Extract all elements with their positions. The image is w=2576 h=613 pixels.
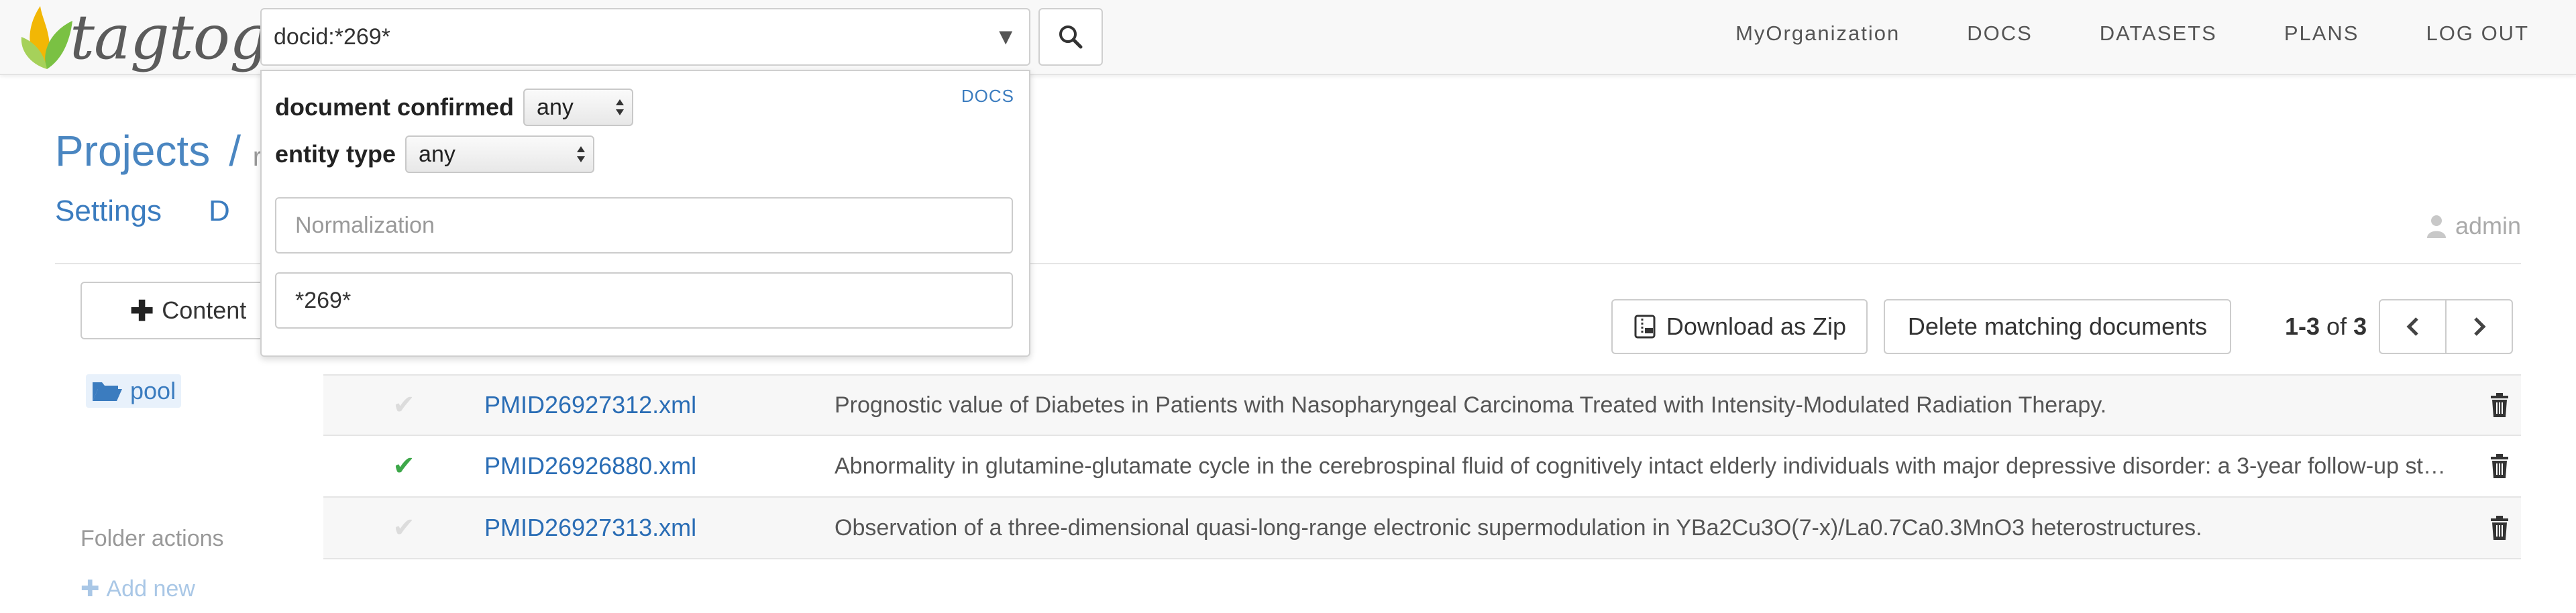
add-new-label: Add new xyxy=(106,575,195,602)
plus-icon: ✚ xyxy=(80,576,100,602)
folder-name: pool xyxy=(130,377,176,404)
search-dropdown-toggle[interactable]: ▼ xyxy=(994,24,1017,50)
trash-icon xyxy=(2491,454,2508,478)
download-zip-label: Download as Zip xyxy=(1666,313,1847,340)
nav-logout[interactable]: LOG OUT xyxy=(2426,21,2529,46)
document-confirmed-value: any xyxy=(537,94,574,120)
tab-documents[interactable]: D xyxy=(209,194,230,228)
document-confirmed-label: document confirmed xyxy=(275,93,515,121)
chevron-right-icon xyxy=(2473,317,2486,336)
document-link[interactable]: PMID26927313.xml xyxy=(484,514,835,542)
confirmed-check-icon[interactable]: ✔ xyxy=(323,512,484,543)
delete-document-button[interactable] xyxy=(2478,454,2521,478)
trash-icon xyxy=(2491,516,2508,540)
folder-open-icon xyxy=(93,382,122,401)
chevron-left-icon xyxy=(2406,317,2418,336)
document-title: Observation of a three-dimensional quasi… xyxy=(835,514,2202,541)
breadcrumb-projects[interactable]: Projects xyxy=(55,127,210,175)
zip-file-icon xyxy=(1634,315,1656,339)
folder-actions-heading: Folder actions xyxy=(80,526,224,551)
trash-icon xyxy=(2491,393,2508,417)
search-docs-link[interactable]: DOCS xyxy=(961,86,1014,107)
main-nav: MyOrganization DOCS DATASETS PLANS LOG O… xyxy=(1735,0,2529,67)
filter-entity-type: entity type any xyxy=(275,135,595,173)
top-navbar: tagtog docid:*269* ▼ MyOrganization DOCS… xyxy=(0,0,2576,75)
user-badge[interactable]: admin xyxy=(2426,212,2521,240)
pagination-controls xyxy=(2379,299,2513,354)
project-tabs: Settings D xyxy=(55,194,230,228)
user-icon xyxy=(2426,215,2446,238)
document-link[interactable]: PMID26926880.xml xyxy=(484,452,835,480)
add-new-folder-link[interactable]: ✚ Add new xyxy=(80,575,195,602)
prev-page-button[interactable] xyxy=(2380,300,2447,353)
normalization-input[interactable]: Normalization xyxy=(275,197,1013,254)
delete-document-button[interactable] xyxy=(2478,393,2521,417)
plus-icon: ✚ xyxy=(130,294,154,327)
nav-plans[interactable]: PLANS xyxy=(2284,21,2359,46)
delete-document-button[interactable] xyxy=(2478,516,2521,540)
confirmed-check-icon[interactable]: ✔ xyxy=(323,390,484,421)
page-of: of xyxy=(2326,313,2347,340)
table-row[interactable]: ✔ PMID26927312.xml Prognostic value of D… xyxy=(323,374,2521,436)
add-content-label: Content xyxy=(162,296,247,324)
next-page-button[interactable] xyxy=(2447,300,2512,353)
page-total: 3 xyxy=(2353,313,2367,340)
user-name: admin xyxy=(2455,212,2521,239)
document-link[interactable]: PMID26927312.xml xyxy=(484,391,835,419)
leaf-logo-icon xyxy=(21,6,72,69)
search-button[interactable] xyxy=(1038,8,1103,66)
page-range: 1-3 xyxy=(2285,313,2320,340)
confirmed-check-icon[interactable]: ✔ xyxy=(323,451,484,482)
document-title: Prognostic value of Diabetes in Patients… xyxy=(835,392,2107,418)
select-arrows-icon xyxy=(577,146,586,162)
select-arrows-icon xyxy=(616,99,625,115)
search-query[interactable]: docid:*269* xyxy=(274,24,994,50)
breadcrumb: Projects / r xyxy=(55,126,262,176)
document-confirmed-select[interactable]: any xyxy=(523,89,634,126)
nav-myorganization[interactable]: MyOrganization xyxy=(1735,21,1900,46)
document-title: Abnormality in glutamine-glutamate cycle… xyxy=(835,453,2465,479)
search-input[interactable]: docid:*269* ▼ xyxy=(260,8,1030,66)
nav-docs[interactable]: DOCS xyxy=(1967,21,2033,46)
logo-text: tagtog xyxy=(70,1,269,73)
delete-matching-button[interactable]: Delete matching documents xyxy=(1884,299,2231,354)
query-text-input[interactable]: *269* xyxy=(275,272,1013,329)
pagination-summary: 1-3 of 3 xyxy=(2285,313,2367,341)
documents-table: ✔ PMID26927312.xml Prognostic value of D… xyxy=(323,374,2521,559)
entity-type-value: any xyxy=(419,141,455,167)
nav-datasets[interactable]: DATASETS xyxy=(2100,21,2217,46)
delete-matching-label: Delete matching documents xyxy=(1907,313,2208,340)
filter-document-confirmed: document confirmed any xyxy=(275,89,634,126)
download-zip-button[interactable]: Download as Zip xyxy=(1611,299,1868,354)
tagtog-logo[interactable]: tagtog xyxy=(20,0,269,74)
search-icon xyxy=(1059,25,1083,49)
table-row[interactable]: ✔ PMID26927313.xml Observation of a thre… xyxy=(323,498,2521,559)
tab-settings[interactable]: Settings xyxy=(55,194,162,228)
folder-pool[interactable]: pool xyxy=(86,374,182,408)
entity-type-label: entity type xyxy=(275,140,396,168)
entity-type-select[interactable]: any xyxy=(405,135,595,173)
add-content-button[interactable]: ✚ Content xyxy=(80,282,268,339)
table-row[interactable]: ✔ PMID26926880.xml Abnormality in glutam… xyxy=(323,436,2521,498)
search-filter-panel: DOCS document confirmed any entity type … xyxy=(260,70,1030,357)
breadcrumb-separator: / xyxy=(229,127,241,175)
